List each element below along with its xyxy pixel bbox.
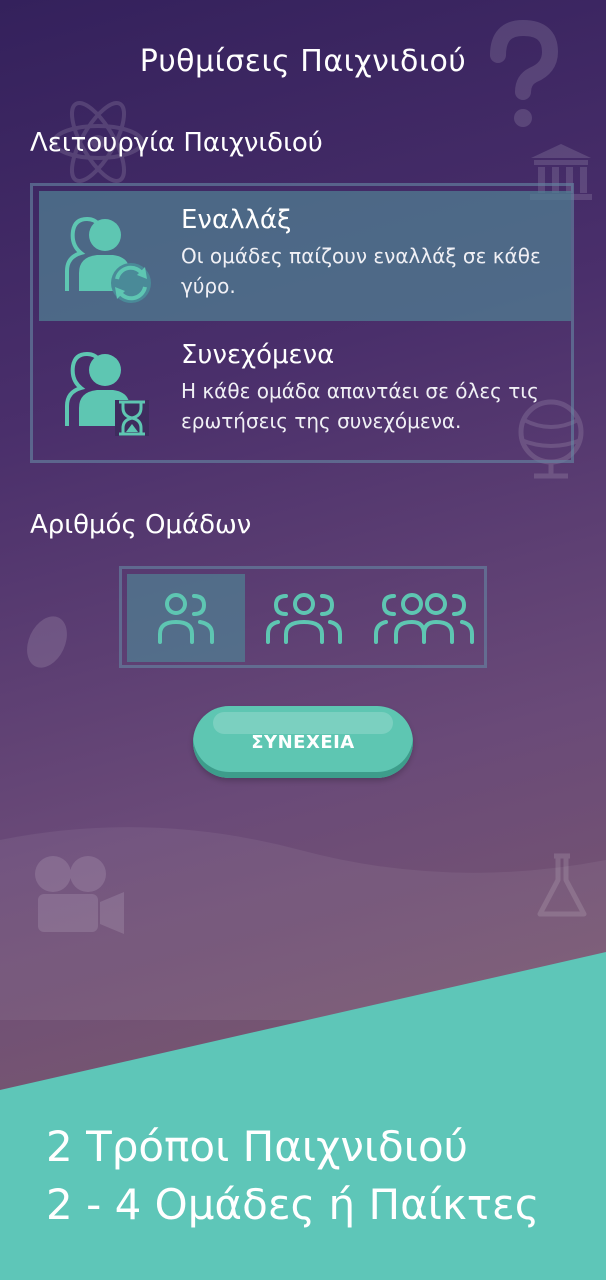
team-rotate-icon bbox=[65, 216, 151, 303]
team-option-2[interactable] bbox=[127, 574, 245, 662]
game-mode-panel: Εναλλάξ Οι ομάδες παίζουν εναλλάξ σε κάθ… bbox=[30, 183, 574, 463]
team-option-4[interactable] bbox=[365, 574, 483, 662]
mode-description: Οι ομάδες παίζουν εναλλάξ σε κάθε γύρο. bbox=[181, 244, 541, 298]
mode-option-sequential[interactable]: Συνεχόμενα Η κάθε ομάδα απαντάει σε όλες… bbox=[39, 326, 571, 456]
mode-name: Εναλλάξ bbox=[181, 205, 292, 235]
two-teams-icon bbox=[158, 593, 214, 644]
mode-description: Η κάθε ομάδα απαντάει σε όλες τις ερωτήσ… bbox=[181, 379, 539, 433]
team-hourglass-icon bbox=[65, 351, 149, 436]
page-title: Ρυθμίσεις Παιχνιδιού bbox=[139, 44, 467, 79]
mode-option-alternate[interactable]: Εναλλάξ Οι ομάδες παίζουν εναλλάξ σε κάθ… bbox=[39, 191, 571, 321]
team-count-panel bbox=[119, 566, 487, 668]
mode-name: Συνεχόμενα bbox=[181, 340, 335, 370]
continue-button-label: ΣΥΝΕΧΕΙΑ bbox=[251, 731, 355, 753]
four-teams-icon bbox=[374, 593, 474, 644]
football-icon bbox=[27, 616, 67, 668]
promo-line-modes: 2 Τρόποι Παιχνιδιού bbox=[46, 1122, 468, 1171]
game-mode-label: Λειτουργία Παιχνιδιού bbox=[30, 128, 323, 158]
team-count-label: Αριθμός Ομάδων bbox=[30, 510, 252, 540]
team-option-3[interactable] bbox=[245, 574, 363, 662]
promo-line-teams: 2 - 4 Ομάδες ή Παίκτες bbox=[46, 1180, 540, 1229]
three-teams-icon bbox=[266, 593, 342, 644]
promo-text: 2 Τρόποι Παιχνιδιού 2 - 4 Ομάδες ή Παίκτ… bbox=[46, 1118, 539, 1234]
continue-button[interactable]: ΣΥΝΕΧΕΙΑ bbox=[193, 706, 413, 778]
wave-shape bbox=[0, 827, 606, 1020]
